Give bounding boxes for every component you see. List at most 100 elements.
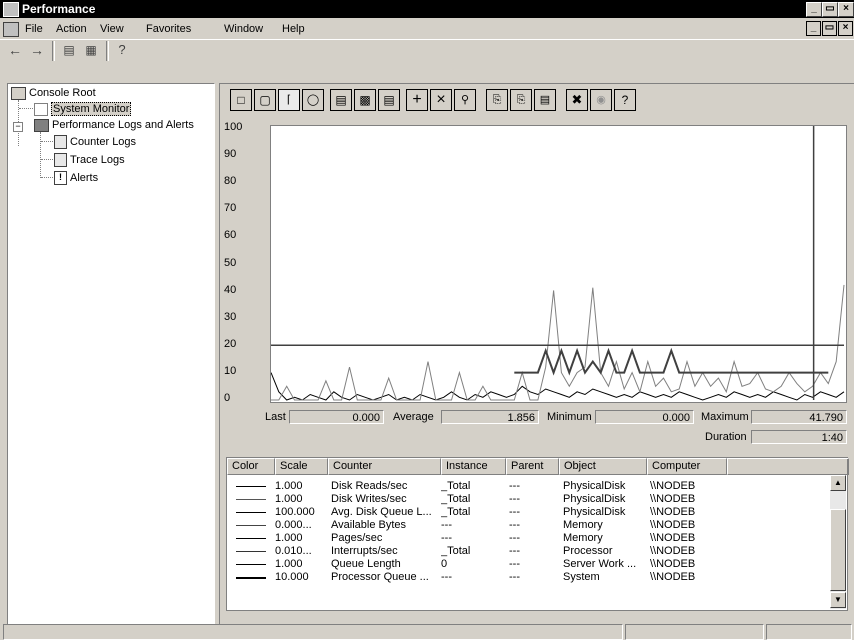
legend-row[interactable]: 1.000 Queue Length 0 --- Server Work ... \\NO… xyxy=(227,558,827,571)
freeze-display-icon[interactable]: ✖ xyxy=(566,89,588,111)
color-swatch xyxy=(236,577,266,579)
legend-row[interactable]: 1.000 Disk Writes/sec _Total --- PhysicalDis… xyxy=(227,493,827,506)
column-scale[interactable]: Scale xyxy=(275,458,328,475)
tree-item-alerts[interactable]: ! Alerts xyxy=(54,171,98,186)
y-tick-label: 40 xyxy=(224,283,237,296)
color-swatch xyxy=(236,499,266,500)
navigation-toolbar: ← → ▤ ▦ ? xyxy=(0,39,854,82)
counter-logs-icon xyxy=(54,135,67,150)
legend-scrollbar[interactable]: ▲ ▼ xyxy=(830,475,846,609)
app-icon xyxy=(3,2,19,17)
window-title: Performance xyxy=(22,2,96,16)
cell-scale: 1.000 xyxy=(275,558,303,570)
cell-computer: \\NODEB xyxy=(650,480,696,492)
back-arrow-icon[interactable]: ← xyxy=(6,41,24,59)
status-panel-main xyxy=(3,624,623,640)
line-graph xyxy=(270,126,845,401)
cell-scale: 0.000... xyxy=(275,519,312,531)
legend-row[interactable]: 100.000 Avg. Disk Queue L... _Total --- Phys… xyxy=(227,506,827,519)
cell-parent: --- xyxy=(509,493,520,505)
current-activity-icon[interactable]: ⌈ xyxy=(278,89,300,111)
minimize-button[interactable]: _ xyxy=(806,2,822,17)
up-level-icon[interactable]: ▤ xyxy=(60,41,78,59)
menu-action[interactable]: Action xyxy=(56,23,87,35)
console-icon[interactable] xyxy=(3,22,19,37)
column-color[interactable]: Color xyxy=(227,458,275,475)
tree-line xyxy=(40,132,41,178)
clear-display-icon[interactable]: ▢ xyxy=(254,89,276,111)
y-tick-label: 0 xyxy=(224,392,231,404)
cell-counter: Disk Writes/sec xyxy=(331,493,407,505)
tree-item-counter-logs[interactable]: Counter Logs xyxy=(54,135,136,150)
tree-line xyxy=(41,159,53,160)
view-report-icon[interactable]: ▤ xyxy=(378,89,400,111)
y-tick-label: 30 xyxy=(224,310,237,323)
cell-parent: --- xyxy=(509,545,520,557)
scroll-thumb[interactable] xyxy=(830,509,846,591)
title-bar: Performance _ ▭ × xyxy=(0,0,854,18)
cell-object: Memory xyxy=(563,519,603,531)
log-data-icon[interactable]: ◯ xyxy=(302,89,324,111)
view-histogram-icon[interactable]: ▩ xyxy=(354,89,376,111)
column-object[interactable]: Object xyxy=(559,458,647,475)
forward-arrow-icon[interactable]: → xyxy=(28,41,46,59)
cell-instance: --- xyxy=(441,532,452,544)
color-swatch xyxy=(236,512,266,513)
new-counter-set-icon[interactable]: □ xyxy=(230,89,252,111)
child-close-button[interactable]: × xyxy=(838,21,853,36)
legend-row[interactable]: 1.000 Disk Reads/sec _Total --- PhysicalDisk… xyxy=(227,480,827,493)
cell-scale: 0.010... xyxy=(275,545,312,557)
child-minimize-button[interactable]: _ xyxy=(806,21,821,36)
menu-help[interactable]: Help xyxy=(282,23,305,35)
menu-view[interactable]: View xyxy=(100,23,124,35)
help-icon[interactable]: ? xyxy=(113,41,131,59)
collapse-icon[interactable]: − xyxy=(13,122,23,132)
tree-item-console-root[interactable]: Console Root xyxy=(11,86,96,100)
cell-counter: Processor Queue ... xyxy=(331,571,429,583)
legend-row[interactable]: 0.000... Available Bytes --- --- Memory \\NOD… xyxy=(227,519,827,532)
column-counter[interactable]: Counter xyxy=(328,458,441,475)
scroll-up-icon[interactable]: ▲ xyxy=(830,475,846,491)
show-hide-tree-icon[interactable]: ▦ xyxy=(82,41,100,59)
cell-computer: \\NODEB xyxy=(650,506,696,518)
menu-bar: File Action View Favorites Window Help _… xyxy=(0,19,854,39)
graph-area xyxy=(270,125,847,403)
cell-object: System xyxy=(563,571,600,583)
color-swatch xyxy=(236,486,266,487)
cell-instance: 0 xyxy=(441,558,448,570)
cell-instance: _Total xyxy=(441,480,471,492)
logs-alerts-icon xyxy=(34,118,49,132)
child-restore-button[interactable]: ▭ xyxy=(822,21,837,36)
legend-row[interactable]: 0.010... Interrupts/sec _Total --- Processor… xyxy=(227,545,827,558)
delete-counter-icon[interactable]: × xyxy=(430,89,452,111)
copy-properties-icon[interactable]: ⎘ xyxy=(486,89,508,111)
legend-row[interactable]: 1.000 Pages/sec --- --- Memory \\NODEB xyxy=(227,532,827,545)
tree-item-performance-logs-and-alerts[interactable]: Performance Logs and Alerts xyxy=(34,118,194,132)
scroll-down-icon[interactable]: ▼ xyxy=(830,592,846,608)
menu-file[interactable]: File xyxy=(25,23,43,35)
highlight-icon[interactable]: ⚲ xyxy=(454,89,476,111)
maximize-button[interactable]: ▭ xyxy=(822,2,838,17)
tree-line xyxy=(41,141,53,142)
column-instance[interactable]: Instance xyxy=(441,458,506,475)
menu-window[interactable]: Window xyxy=(224,23,263,35)
tree-item-system-monitor[interactable]: System Monitor xyxy=(34,102,132,116)
cell-parent: --- xyxy=(509,558,520,570)
toolbar-separator xyxy=(52,41,55,61)
close-button[interactable]: × xyxy=(838,2,854,17)
legend-row[interactable]: 10.000 Processor Queue ... --- --- System \\N… xyxy=(227,571,827,584)
add-counter-icon[interactable]: + xyxy=(406,89,428,111)
view-graph-icon[interactable]: ▤ xyxy=(330,89,352,111)
cell-scale: 1.000 xyxy=(275,493,303,505)
cell-instance: _Total xyxy=(441,493,471,505)
column-parent[interactable]: Parent xyxy=(506,458,559,475)
tree-item-trace-logs[interactable]: Trace Logs xyxy=(54,153,125,168)
help-icon[interactable]: ? xyxy=(614,89,636,111)
update-data-icon: ◉ xyxy=(590,89,612,111)
column-computer[interactable]: Computer xyxy=(647,458,727,475)
menu-favorites[interactable]: Favorites xyxy=(146,23,191,35)
cell-parent: --- xyxy=(509,506,520,518)
paste-counter-list-icon[interactable]: ⎘ xyxy=(510,89,532,111)
properties-icon[interactable]: ▤ xyxy=(534,89,556,111)
cell-counter: Interrupts/sec xyxy=(331,545,398,557)
